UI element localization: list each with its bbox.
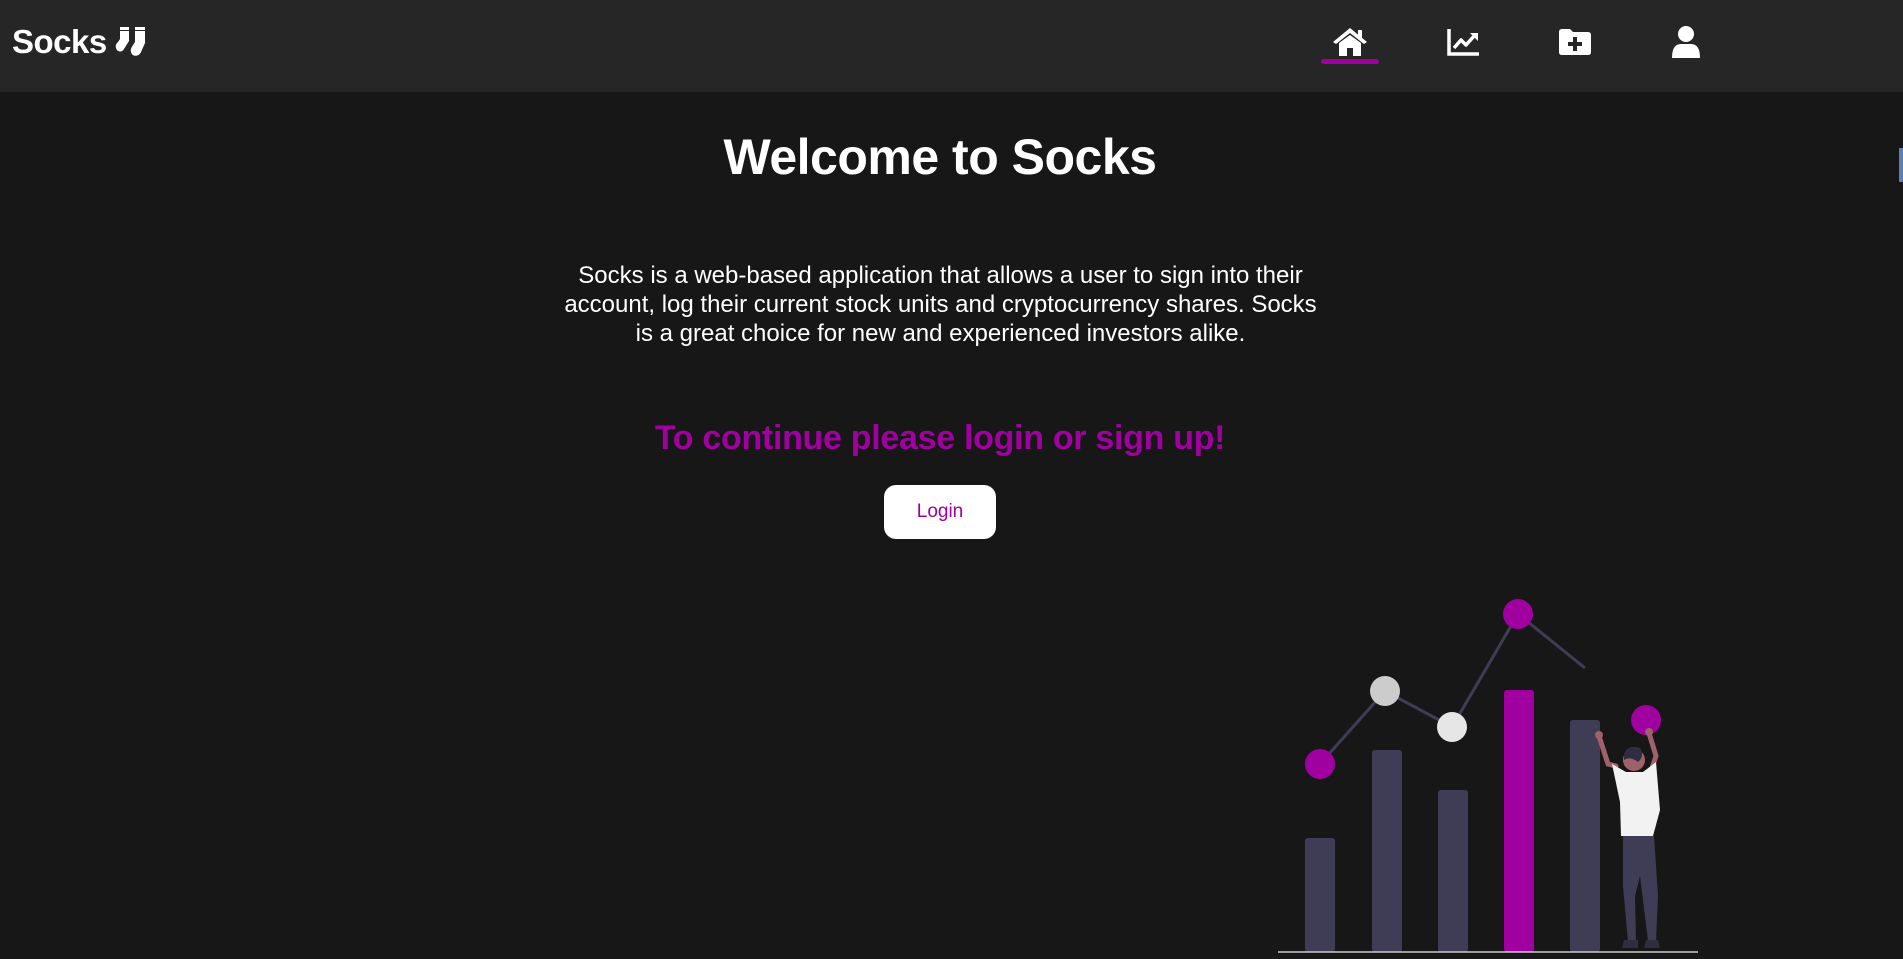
user-icon — [1671, 25, 1701, 59]
brand[interactable]: Socks — [12, 20, 151, 64]
home-icon — [1331, 26, 1369, 58]
scrollbar-marker[interactable] — [1899, 148, 1903, 182]
socks-icon — [115, 25, 151, 59]
nav-add[interactable] — [1545, 18, 1605, 66]
nav-portfolio[interactable] — [1434, 18, 1494, 66]
app-description: Socks is a web-based application that al… — [564, 262, 1317, 347]
illustration-dots — [1305, 599, 1661, 779]
page-title: Welcome to Socks — [723, 129, 1157, 185]
active-tab-indicator — [1321, 59, 1379, 64]
folder-plus-icon — [1557, 27, 1593, 57]
investor-illustration — [1278, 596, 1698, 959]
chart-line-icon — [1447, 27, 1481, 57]
login-prompt: To continue please login or sign up! — [654, 419, 1226, 457]
login-button[interactable]: Login — [884, 485, 996, 539]
top-navbar: Socks — [0, 0, 1903, 92]
illustration-person — [1595, 728, 1660, 948]
brand-name: Socks — [12, 23, 107, 60]
nav-profile[interactable] — [1656, 18, 1716, 66]
